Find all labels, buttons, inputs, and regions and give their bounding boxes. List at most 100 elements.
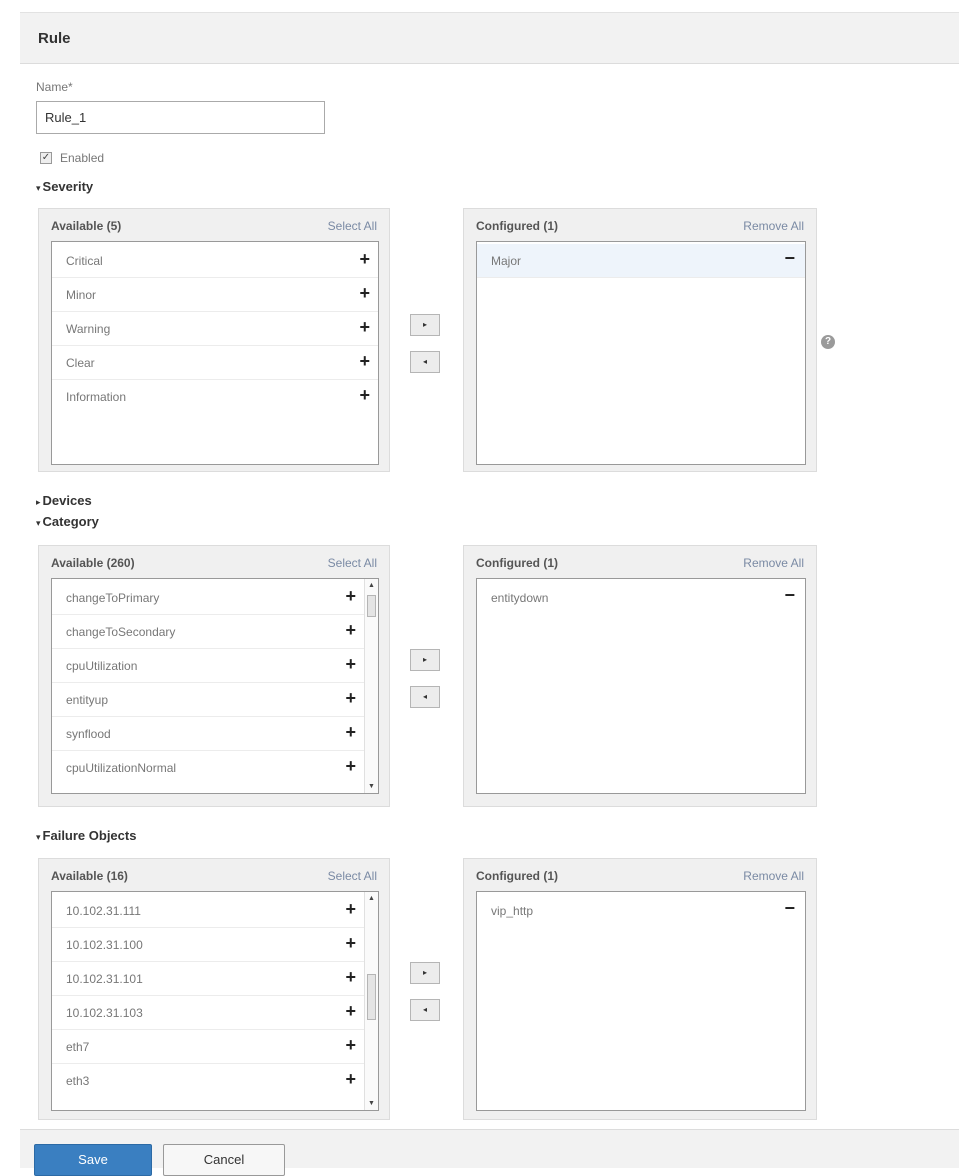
add-icon[interactable]: + (345, 899, 356, 920)
add-icon[interactable]: + (345, 1069, 356, 1090)
list-item[interactable]: Minor + (52, 278, 378, 312)
category-available-header: Available (260) (51, 556, 135, 570)
list-item-label: 10.102.31.101 (66, 972, 143, 986)
scroll-down-icon[interactable]: ▼ (368, 1100, 375, 1107)
remove-icon[interactable]: − (784, 898, 795, 919)
list-item-label: changeToSecondary (66, 625, 176, 639)
move-right-button[interactable]: ▸ (410, 649, 440, 671)
help-icon[interactable]: ? (821, 335, 835, 349)
list-item[interactable]: synflood + (52, 717, 364, 751)
name-input[interactable] (36, 101, 325, 134)
list-item[interactable]: Information + (52, 380, 378, 414)
enabled-checkbox[interactable]: ✓ (40, 152, 52, 164)
list-item-label: Clear (66, 356, 95, 370)
remove-icon[interactable]: − (784, 585, 795, 606)
add-icon[interactable]: + (345, 688, 356, 709)
list-item[interactable]: changeToSecondary + (52, 615, 364, 649)
failure-objects-configured-list: vip_http − (476, 891, 806, 1111)
failure-objects-configured-panel: Configured (1) Remove All vip_http − (463, 858, 817, 1120)
list-item-label: Warning (66, 322, 111, 336)
scroll-down-icon[interactable]: ▼ (368, 783, 375, 790)
list-item[interactable]: eth3 + (52, 1064, 364, 1098)
severity-configured-panel: Configured (1) Remove All Major − (463, 208, 817, 472)
add-icon[interactable]: + (345, 933, 356, 954)
add-icon[interactable]: + (359, 249, 370, 270)
list-item[interactable]: Critical + (52, 244, 378, 278)
list-item[interactable]: cpuUtilizationNormal + (52, 751, 364, 785)
scroll-thumb[interactable] (367, 595, 376, 617)
scroll-up-icon[interactable]: ▲ (368, 582, 375, 589)
add-icon[interactable]: + (345, 756, 356, 777)
list-item[interactable]: 10.102.31.111 + (52, 894, 364, 928)
devices-section-toggle[interactable]: ▸ Devices (36, 493, 92, 508)
expand-down-icon: ▾ (36, 518, 41, 528)
severity-section-toggle[interactable]: ▾ Severity (36, 179, 93, 194)
scroll-up-icon[interactable]: ▲ (368, 895, 375, 902)
severity-configured-header: Configured (1) (476, 219, 558, 233)
category-select-all-link[interactable]: Select All (328, 556, 377, 570)
list-item[interactable]: eth7 + (52, 1030, 364, 1064)
failure-objects-scrollbar[interactable]: ▲ ▼ (364, 892, 378, 1110)
list-item[interactable]: 10.102.31.100 + (52, 928, 364, 962)
add-icon[interactable]: + (345, 620, 356, 641)
add-icon[interactable]: + (345, 654, 356, 675)
move-right-button[interactable]: ▸ (410, 314, 440, 336)
list-item[interactable]: entityup + (52, 683, 364, 717)
list-item-label: eth7 (66, 1040, 90, 1054)
list-item[interactable]: Warning + (52, 312, 378, 346)
failure-objects-available-header: Available (16) (51, 869, 128, 883)
category-configured-panel: Configured (1) Remove All entitydown − (463, 545, 817, 807)
category-section-label: Category (42, 514, 99, 529)
list-item-label: Major (491, 254, 522, 268)
severity-remove-all-link[interactable]: Remove All (743, 219, 804, 233)
list-item-label: 10.102.31.103 (66, 1006, 143, 1020)
remove-icon[interactable]: − (784, 248, 795, 269)
add-icon[interactable]: + (345, 722, 356, 743)
move-left-button[interactable]: ◂ (410, 351, 440, 373)
add-icon[interactable]: + (345, 967, 356, 988)
list-item-label: eth3 (66, 1074, 90, 1088)
list-item-label: 10.102.31.111 (66, 904, 141, 918)
list-item-label: 10.102.31.100 (66, 938, 143, 952)
scroll-thumb[interactable] (367, 974, 376, 1020)
list-item[interactable]: changeToPrimary + (52, 581, 364, 615)
cancel-button[interactable]: Cancel (163, 1144, 285, 1176)
failure-objects-available-list: 10.102.31.111 + 10.102.31.100 + 10.102.3… (51, 891, 379, 1111)
list-item-label: Minor (66, 288, 97, 302)
dialog-header: Rule (20, 12, 959, 64)
list-item[interactable]: cpuUtilization + (52, 649, 364, 683)
add-icon[interactable]: + (359, 351, 370, 372)
move-right-button[interactable]: ▸ (410, 962, 440, 984)
category-section-toggle[interactable]: ▾ Category (36, 514, 99, 529)
list-item[interactable]: 10.102.31.103 + (52, 996, 364, 1030)
expand-down-icon: ▾ (36, 832, 41, 842)
severity-select-all-link[interactable]: Select All (328, 219, 377, 233)
category-remove-all-link[interactable]: Remove All (743, 556, 804, 570)
add-icon[interactable]: + (345, 1001, 356, 1022)
add-icon[interactable]: + (359, 317, 370, 338)
add-icon[interactable]: + (345, 586, 356, 607)
list-item-label: synflood (66, 727, 111, 741)
save-button[interactable]: Save (34, 1144, 152, 1176)
add-icon[interactable]: + (359, 283, 370, 304)
failure-objects-select-all-link[interactable]: Select All (328, 869, 377, 883)
list-item[interactable]: Major − (477, 244, 805, 278)
failure-objects-section-label: Failure Objects (42, 828, 137, 843)
add-icon[interactable]: + (359, 385, 370, 406)
list-item-label: entityup (66, 693, 109, 707)
list-item[interactable]: vip_http − (477, 894, 805, 928)
list-item[interactable]: 10.102.31.101 + (52, 962, 364, 996)
list-item[interactable]: Clear + (52, 346, 378, 380)
add-icon[interactable]: + (345, 1035, 356, 1056)
list-item-label: entitydown (491, 591, 549, 605)
list-item[interactable]: entitydown − (477, 581, 805, 615)
move-left-button[interactable]: ◂ (410, 686, 440, 708)
severity-configured-list: Major − (476, 241, 806, 465)
failure-objects-section-toggle[interactable]: ▾ Failure Objects (36, 828, 136, 843)
failure-objects-remove-all-link[interactable]: Remove All (743, 869, 804, 883)
move-left-button[interactable]: ◂ (410, 999, 440, 1021)
severity-available-header: Available (5) (51, 219, 122, 233)
collapsed-right-icon: ▸ (36, 497, 41, 507)
category-scrollbar[interactable]: ▲ ▼ (364, 579, 378, 793)
failure-objects-configured-header: Configured (1) (476, 869, 558, 883)
